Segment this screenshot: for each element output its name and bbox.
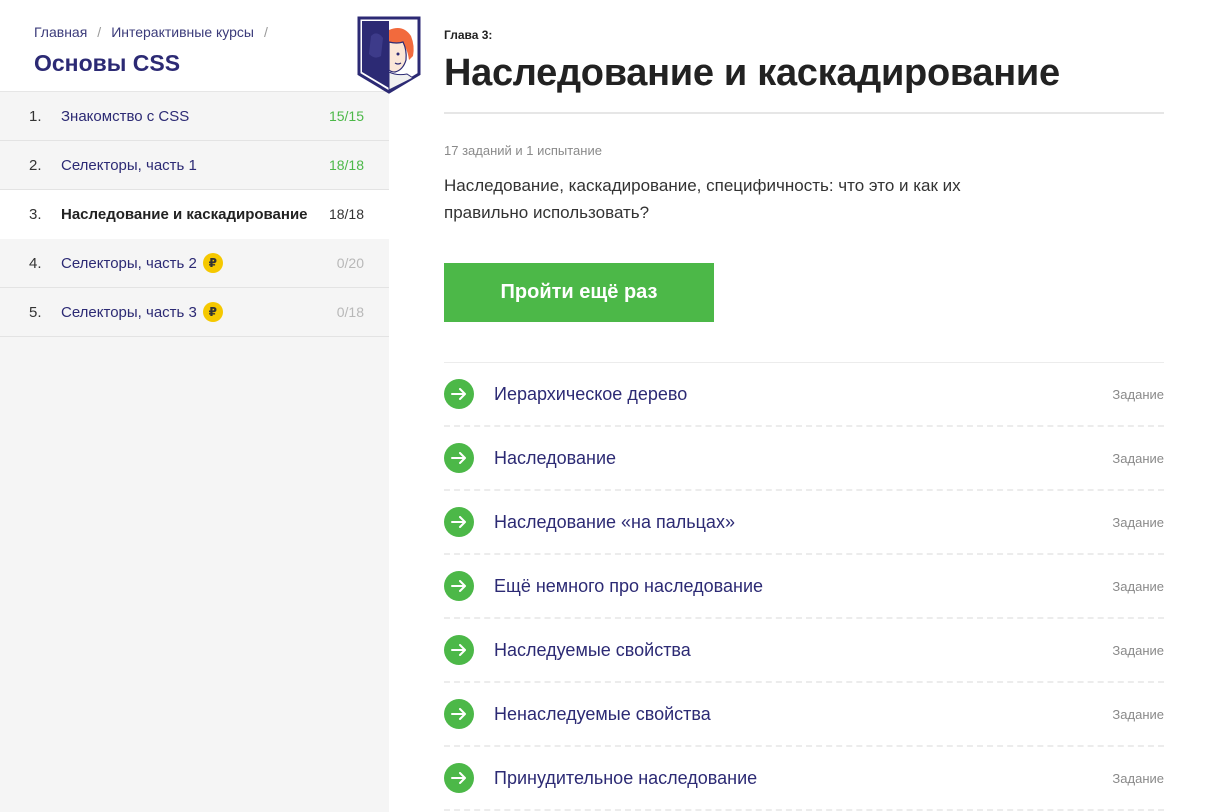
- chapter-item-1[interactable]: 1. Знакомство с CSS 15/15: [0, 92, 389, 141]
- task-type: Задание: [1112, 707, 1164, 722]
- completed-arrow-icon: [444, 507, 474, 537]
- task-row[interactable]: Наследуемые свойства Задание: [444, 619, 1164, 683]
- chapter-number-label: Глава 3:: [444, 28, 493, 42]
- page-title: Наследование и каскадирование: [444, 52, 1060, 94]
- task-row[interactable]: Наследование «на пальцах» Задание: [444, 491, 1164, 555]
- task-type: Задание: [1112, 579, 1164, 594]
- breadcrumb-courses-link[interactable]: Интерактивные курсы: [111, 24, 254, 40]
- task-name: Наследование «на пальцах»: [494, 512, 735, 532]
- task-row[interactable]: Ненаследуемые свойства Задание: [444, 683, 1164, 747]
- chapter-number: 3.: [29, 205, 42, 223]
- completed-arrow-icon: [444, 763, 474, 793]
- chapter-number: 5.: [29, 303, 42, 321]
- task-list: Иерархическое дерево Задание Наследовани…: [444, 363, 1164, 811]
- completed-arrow-icon: [444, 443, 474, 473]
- task-type: Задание: [1112, 451, 1164, 466]
- task-count: 17 заданий и 1 испытание: [444, 143, 602, 158]
- task-type: Задание: [1112, 515, 1164, 530]
- breadcrumb-separator: /: [264, 24, 268, 40]
- completed-arrow-icon: [444, 379, 474, 409]
- ruble-coin-icon: ₽: [202, 302, 223, 322]
- chapter-description: Наследование, каскадирование, специфично…: [444, 176, 961, 222]
- completed-arrow-icon: [444, 699, 474, 729]
- chapter-progress: 15/15: [328, 108, 364, 124]
- title-divider: [444, 112, 1164, 114]
- chapter-progress: 18/18: [328, 157, 364, 173]
- breadcrumb-home-link[interactable]: Главная: [34, 24, 87, 40]
- sidebar: Главная / Интерактивные курсы / Основы CSS …: [0, 0, 389, 812]
- ruble-coin-icon: ₽: [202, 253, 223, 273]
- chapter-label: Знакомство с CSS: [61, 108, 189, 125]
- chapter-number: 1.: [29, 107, 42, 125]
- chapter-item-5[interactable]: 5. Селекторы, часть 3 ₽ 0/18: [0, 288, 389, 337]
- task-name: Ещё немного про наследование: [494, 576, 764, 596]
- chapter-label-text: Знакомство с CSS: [61, 107, 190, 125]
- task-name: Наследуемые свойства: [494, 640, 691, 660]
- chapter-item-4[interactable]: 4. Селекторы, часть 2 ₽ 0/20: [0, 239, 389, 288]
- chapter-item-2[interactable]: 2. Селекторы, часть 1 18/18: [0, 141, 389, 190]
- course-title: Основы CSS: [34, 50, 181, 76]
- completed-arrow-icon: [444, 571, 474, 601]
- breadcrumb: Главная / Интерактивные курсы /: [34, 24, 278, 40]
- task-name: Принудительное наследование: [494, 768, 758, 788]
- completed-arrow-icon: [444, 635, 474, 665]
- chapter-label: Селекторы, часть 2 ₽: [61, 253, 223, 273]
- chapter-progress: 0/18: [336, 304, 364, 320]
- task-type: Задание: [1112, 643, 1164, 658]
- course-mascot-badge-icon: [357, 16, 421, 94]
- chapter-label: Селекторы, часть 1: [61, 157, 197, 174]
- chapter-progress: 18/18: [328, 206, 364, 222]
- chapter-item-3-active[interactable]: 3. Наследование и каскадирование 18/18: [0, 190, 389, 239]
- chapter-number: 2.: [29, 156, 42, 174]
- task-type: Задание: [1112, 771, 1164, 786]
- task-row[interactable]: Иерархическое дерево Задание: [444, 363, 1164, 427]
- chapter-label: Наследование и каскадирование: [61, 206, 308, 223]
- sidebar-header: Главная / Интерактивные курсы / Основы CSS: [0, 0, 389, 92]
- chapter-label-text: Селекторы, часть 3: [61, 303, 197, 321]
- task-row[interactable]: Ещё немного про наследование Задание: [444, 555, 1164, 619]
- chapter-progress: 0/20: [336, 255, 364, 271]
- retry-chapter-button[interactable]: Пройти ещё раз: [444, 263, 714, 322]
- task-type: Задание: [1112, 387, 1164, 402]
- chapter-label-text: Наследование и каскадирование: [61, 205, 308, 223]
- task-name: Иерархическое дерево: [494, 384, 688, 404]
- chapter-list: 1. Знакомство с CSS 15/15 2. Селекторы, …: [0, 92, 389, 337]
- task-row[interactable]: Наследование Задание: [444, 427, 1164, 491]
- chapter-number: 4.: [29, 254, 42, 272]
- breadcrumb-separator: /: [97, 24, 102, 40]
- chapter-label-text: Селекторы, часть 2: [61, 254, 197, 272]
- task-name: Наследование: [494, 448, 617, 468]
- chapter-label-text: Селекторы, часть 1: [61, 156, 197, 174]
- task-name: Ненаследуемые свойства: [494, 704, 711, 724]
- task-row[interactable]: Принудительное наследование Задание: [444, 747, 1164, 811]
- chapter-label: Селекторы, часть 3 ₽: [61, 302, 223, 322]
